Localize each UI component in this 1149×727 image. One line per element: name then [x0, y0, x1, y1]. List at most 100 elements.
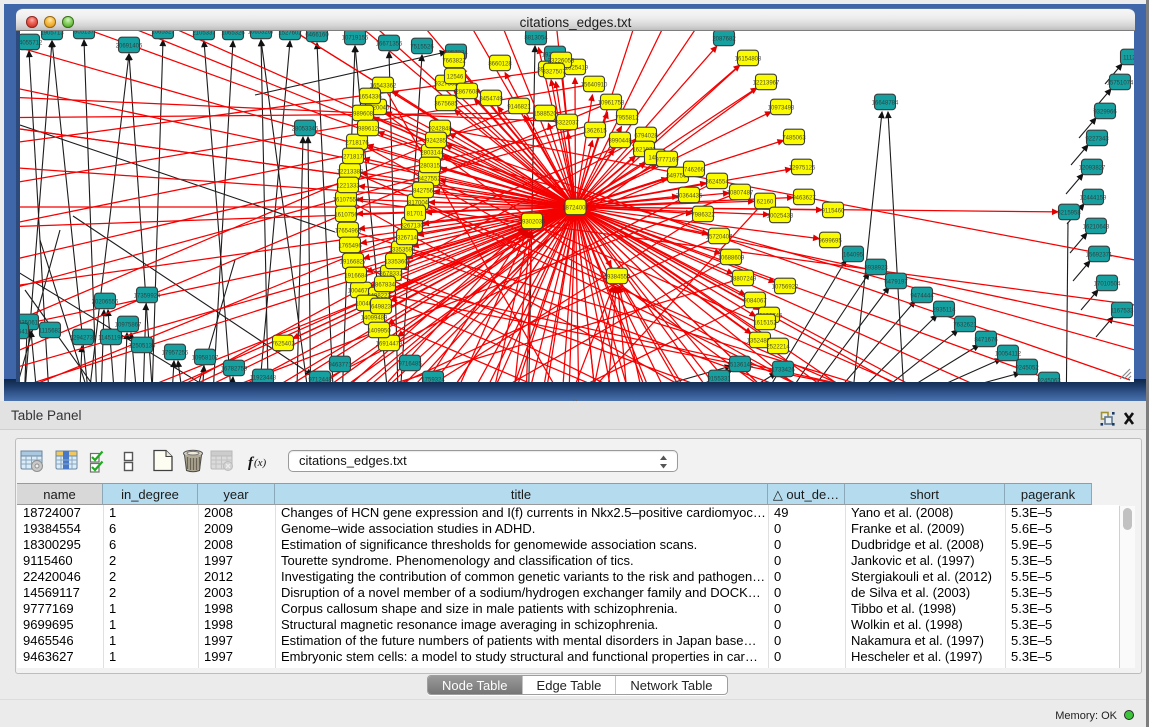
- svg-text:1765496: 1765496: [338, 243, 362, 249]
- svg-text:12444159: 12444159: [1080, 195, 1107, 201]
- svg-text:17654963: 17654963: [335, 228, 362, 234]
- svg-text:14099489: 14099489: [361, 315, 388, 321]
- svg-text:12213383: 12213383: [337, 169, 364, 175]
- svg-text:1335360: 1335360: [384, 259, 408, 265]
- svg-text:12505135: 12505135: [129, 343, 156, 349]
- svg-text:6466160: 6466160: [305, 32, 329, 38]
- svg-text:10756922: 10756922: [772, 284, 799, 290]
- svg-text:15720407: 15720407: [706, 234, 733, 240]
- svg-text:15136141: 15136141: [727, 362, 754, 368]
- svg-text:8938923: 8938923: [864, 265, 888, 271]
- svg-text:649823: 649823: [371, 304, 392, 310]
- svg-text:10719155: 10719155: [342, 35, 369, 41]
- svg-text:16782759: 16782759: [221, 366, 248, 372]
- svg-text:1588520: 1588520: [533, 111, 557, 117]
- svg-text:7625402: 7625402: [271, 341, 295, 347]
- svg-text:15751074: 15751074: [1107, 80, 1134, 86]
- svg-text:8471676: 8471676: [974, 337, 998, 343]
- svg-text:905137: 905137: [74, 31, 95, 35]
- svg-text:3215958: 3215958: [1057, 210, 1081, 216]
- svg-text:9155331: 9155331: [707, 376, 731, 382]
- svg-text:12546: 12546: [447, 74, 464, 80]
- svg-text:12975125: 12975125: [789, 165, 816, 171]
- svg-text:1065326: 1065326: [221, 31, 245, 36]
- svg-text:3267130: 3267130: [400, 223, 424, 229]
- svg-text:9115460: 9115460: [822, 208, 846, 214]
- svg-text:989608: 989608: [353, 111, 374, 117]
- svg-text:10054112: 10054112: [995, 351, 1022, 357]
- svg-text:1409950: 1409950: [367, 328, 391, 334]
- svg-text:16210643: 16210643: [1083, 224, 1110, 230]
- svg-text:18724007: 18724007: [562, 205, 589, 211]
- svg-text:2105337: 2105337: [192, 31, 216, 36]
- svg-text:7515526: 7515526: [410, 44, 434, 50]
- svg-text:9084067: 9084067: [743, 298, 767, 304]
- svg-text:20691406: 20691406: [116, 43, 143, 49]
- svg-text:19302035: 19302035: [519, 219, 546, 225]
- svg-text:9699695: 9699695: [818, 238, 842, 244]
- svg-text:81701: 81701: [407, 211, 424, 217]
- svg-text:989612: 989612: [358, 126, 379, 132]
- svg-text:2867608: 2867608: [455, 89, 479, 95]
- svg-text:62160: 62160: [757, 199, 774, 205]
- svg-text:2087682: 2087682: [712, 36, 736, 42]
- svg-text:1615152: 1615152: [753, 320, 777, 326]
- svg-text:9474444: 9474444: [910, 293, 934, 299]
- svg-text:924285: 924285: [426, 138, 447, 144]
- svg-text:16914479: 16914479: [376, 341, 403, 347]
- svg-text:1916684: 1916684: [344, 273, 368, 279]
- svg-text:10025433: 10025433: [767, 213, 794, 219]
- svg-text:17957255: 17957255: [162, 350, 189, 356]
- svg-text:1115682: 1115682: [39, 328, 62, 334]
- svg-text:9245052: 9245052: [1015, 365, 1039, 371]
- svg-text:12213967: 12213967: [753, 80, 780, 86]
- svg-text:6794028: 6794028: [634, 133, 658, 139]
- svg-text:(x): (x): [254, 457, 267, 469]
- svg-text:11451194: 11451194: [98, 335, 124, 341]
- svg-text:1759324: 1759324: [421, 377, 445, 382]
- svg-text:8327507: 8327507: [542, 69, 566, 75]
- svg-text:19384554: 19384554: [604, 274, 631, 280]
- svg-text:28053346: 28053346: [292, 126, 319, 132]
- svg-text:746266: 746266: [684, 167, 705, 173]
- svg-text:1733426: 1733426: [771, 367, 795, 373]
- svg-text:12093827: 12093827: [1079, 165, 1106, 171]
- svg-text:11122: 11122: [1123, 55, 1134, 61]
- svg-text:10975867: 10975867: [115, 322, 142, 328]
- svg-text:11923448: 11923448: [250, 375, 277, 381]
- svg-text:1221333: 1221333: [336, 183, 360, 189]
- svg-text:7485063: 7485063: [782, 135, 806, 141]
- svg-text:271817: 271817: [343, 154, 364, 160]
- svg-text:9227343: 9227343: [1085, 136, 1109, 142]
- svg-text:8813054: 8813054: [524, 35, 548, 41]
- svg-text:8322037: 8322037: [555, 120, 579, 126]
- svg-text:17359924: 17359924: [134, 293, 161, 299]
- svg-text:9712448: 9712448: [308, 377, 332, 382]
- svg-text:8454749: 8454749: [479, 96, 503, 102]
- svg-text:8990448: 8990448: [608, 138, 632, 144]
- svg-text:16107554: 16107554: [333, 197, 360, 203]
- svg-text:164095: 164095: [843, 252, 864, 258]
- svg-text:2718176: 2718176: [345, 140, 369, 146]
- svg-text:1654336: 1654336: [358, 94, 382, 100]
- svg-text:7663822: 7663822: [442, 58, 466, 64]
- svg-text:9777169: 9777169: [655, 157, 679, 163]
- svg-text:9463627: 9463627: [792, 195, 816, 201]
- svg-text:9242848: 9242848: [428, 126, 452, 132]
- svg-text:16648784: 16648784: [872, 100, 899, 106]
- svg-text:13353594: 13353594: [389, 247, 416, 253]
- svg-text:15640910: 15640910: [581, 82, 608, 88]
- svg-text:2803144: 2803144: [420, 150, 444, 156]
- svg-text:18807249: 18807249: [730, 276, 757, 282]
- svg-text:16671355: 16671355: [376, 41, 403, 47]
- svg-text:1362615: 1362615: [583, 128, 607, 134]
- svg-text:8427552: 8427552: [417, 176, 441, 182]
- svg-text:14055712: 14055712: [20, 40, 43, 46]
- svg-text:9463771: 9463771: [328, 362, 352, 368]
- svg-text:280315: 280315: [420, 163, 441, 169]
- svg-text:3675685: 3675685: [434, 101, 458, 107]
- svg-text:8660128: 8660128: [488, 61, 512, 67]
- svg-text:20364436: 20364436: [676, 193, 703, 199]
- svg-text:6479197: 6479197: [884, 279, 908, 285]
- svg-text:9329966: 9329966: [1093, 109, 1117, 115]
